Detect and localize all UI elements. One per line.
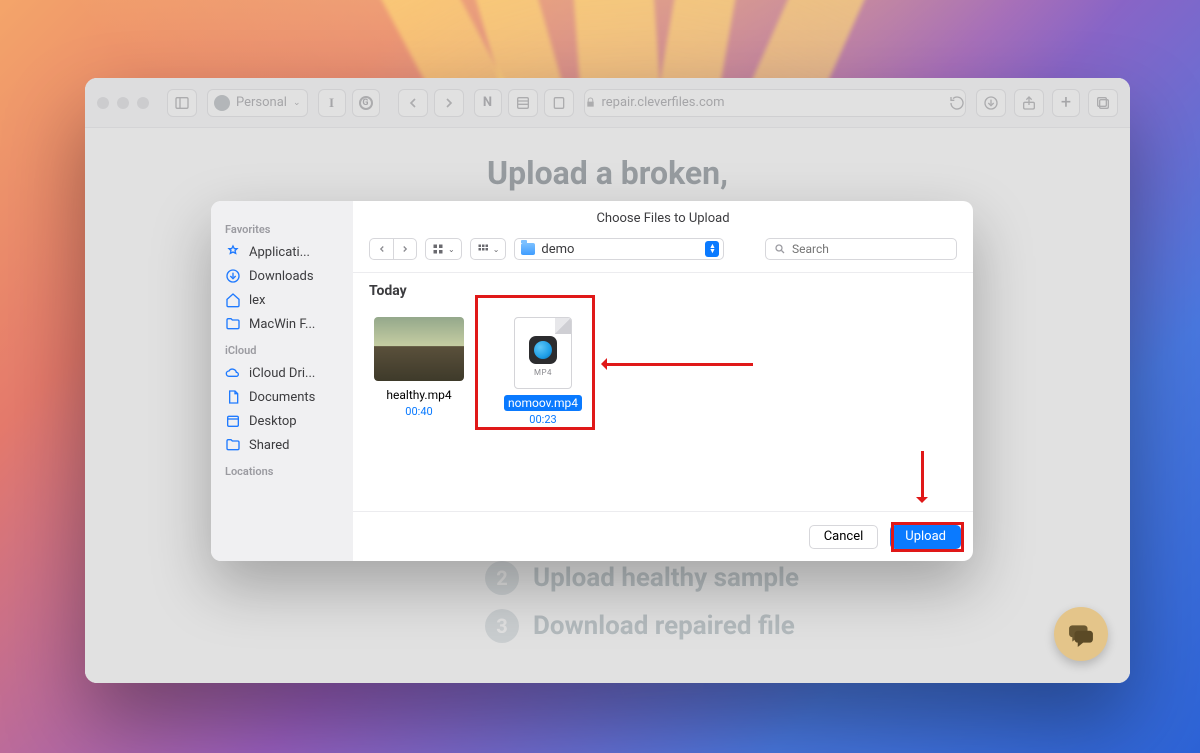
sidebar-item-applications[interactable]: Applicati... [211,240,353,264]
file-picker-dialog: Favorites Applicati... Downloads lex Mac… [211,201,973,561]
search-input[interactable] [792,242,948,256]
sidebar-item-label: Applicati... [249,245,310,260]
extension-button-3[interactable]: N [474,89,502,117]
downloads-button[interactable] [976,89,1006,117]
sidebar-item-label: MacWin F... [249,317,315,332]
chevron-down-icon: ⌄ [493,245,500,254]
sidebar-item-documents[interactable]: Documents [211,385,353,409]
address-bar[interactable]: repair.cleverfiles.com [584,89,967,117]
section-header: Today [369,283,957,299]
share-button[interactable] [1014,89,1044,117]
extension-button-1[interactable]: I [318,89,346,117]
sidebar-section-locations: Locations [211,457,353,482]
desktop-icon [225,413,241,429]
cancel-button[interactable]: Cancel [809,525,879,549]
search-icon [774,243,786,255]
file-name: healthy.mp4 [382,387,455,403]
lock-icon [585,97,596,108]
file-grid-area: Today healthy.mp4 00:40 MP4 nomoov.mp4 0… [353,273,973,511]
sidebar-item-home[interactable]: lex [211,288,353,312]
search-field[interactable] [765,238,957,260]
forward-button[interactable] [434,89,464,117]
sidebar-item-icloud-drive[interactable]: iCloud Dri... [211,361,353,385]
home-icon [225,292,241,308]
video-thumbnail [374,317,464,381]
group-mode-picker[interactable]: ⌄ [470,238,507,260]
annotation-arrow-left [603,363,753,366]
minimize-window-icon[interactable] [117,97,129,109]
address-text: repair.cleverfiles.com [602,95,725,110]
extension-button-2[interactable]: G [352,89,380,117]
annotation-arrow-down [921,451,924,501]
zoom-window-icon[interactable] [137,97,149,109]
reload-icon[interactable] [949,95,965,111]
dialog-title: Choose Files to Upload [353,201,973,234]
sidebar-toggle-button[interactable] [167,89,197,117]
step-3: 3 Download repaired file [485,609,799,643]
sidebar-item-label: lex [249,293,266,308]
profile-label: Personal [236,95,287,110]
avatar-icon [214,95,230,111]
sidebar-section-icloud: iCloud [211,336,353,361]
file-item-nomoov[interactable]: MP4 nomoov.mp4 00:23 [493,317,593,426]
step-2: 2 Upload healthy sample [485,561,799,595]
updown-arrows-icon: ▲▼ [705,241,719,257]
browser-toolbar: Personal ⌄ I G N [85,78,1130,128]
downloads-icon [225,268,241,284]
close-window-icon[interactable] [97,97,109,109]
folder-icon [521,243,535,255]
back-button[interactable] [398,89,428,117]
chevron-down-icon: ⌄ [293,98,301,108]
current-folder-label: demo [541,242,574,257]
sidebar-item-label: Shared [249,438,289,453]
sidebar-section-favorites: Favorites [211,215,353,240]
nav-back-button[interactable] [369,238,393,260]
window-controls[interactable] [97,97,149,109]
extension-button-4[interactable] [508,89,538,117]
chat-icon [1068,621,1094,647]
profile-picker[interactable]: Personal ⌄ [207,89,308,117]
applications-icon [225,244,241,260]
step-number: 3 [485,609,519,643]
file-picker-sidebar: Favorites Applicati... Downloads lex Mac… [211,201,353,561]
dialog-footer: Cancel Upload [353,511,973,561]
sidebar-item-label: iCloud Dri... [249,366,315,381]
view-mode-picker[interactable]: ⌄ [425,238,462,260]
folder-path-dropdown[interactable]: demo ▲▼ [514,238,724,260]
step-label: Download repaired file [533,611,795,641]
cloud-icon [225,365,241,381]
file-type-tag: MP4 [534,368,552,377]
sidebar-item-shared[interactable]: Shared [211,433,353,457]
sidebar-item-folder[interactable]: MacWin F... [211,312,353,336]
step-label: Upload healthy sample [533,563,799,593]
file-name: nomoov.mp4 [504,395,582,411]
file-item-healthy[interactable]: healthy.mp4 00:40 [369,317,469,418]
page-headline: Upload a broken, [487,154,728,192]
step-number: 2 [485,561,519,595]
mp4-document-thumbnail: MP4 [514,317,572,389]
sidebar-item-downloads[interactable]: Downloads [211,264,353,288]
sidebar-item-label: Desktop [249,414,297,429]
quicktime-icon [529,336,557,364]
file-duration: 00:40 [369,405,469,418]
chevron-down-icon: ⌄ [448,245,455,254]
group-icon [477,243,489,255]
grid-icon [432,243,444,255]
sidebar-item-label: Downloads [249,269,314,284]
dialog-toolbar: ⌄ ⌄ demo ▲▼ [353,234,973,273]
nav-forward-button[interactable] [393,238,417,260]
chat-widget-button[interactable] [1054,607,1108,661]
new-tab-button[interactable]: + [1052,89,1080,117]
upload-button[interactable]: Upload [890,525,961,549]
file-duration: 00:23 [493,413,593,426]
extension-button-5[interactable] [544,89,574,117]
tabs-overview-button[interactable] [1088,89,1118,117]
shared-icon [225,437,241,453]
sidebar-item-label: Documents [249,390,315,405]
sidebar-item-desktop[interactable]: Desktop [211,409,353,433]
document-icon [225,389,241,405]
folder-icon [225,316,241,332]
